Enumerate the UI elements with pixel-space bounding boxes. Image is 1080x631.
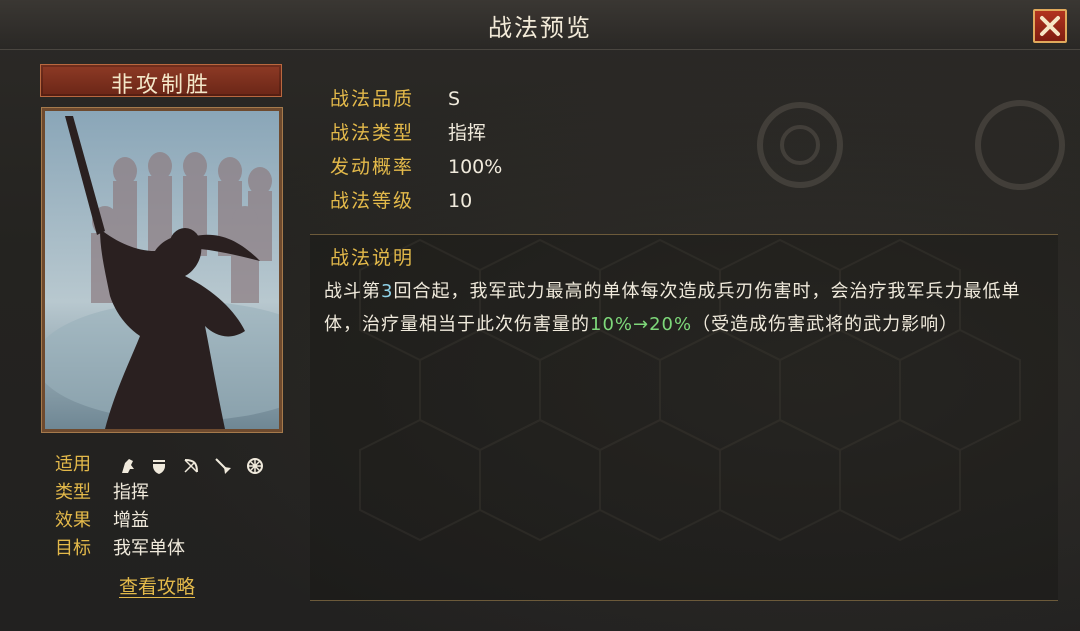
title-bar: 战法预览 bbox=[0, 0, 1080, 50]
target-value: 我军单体 bbox=[113, 538, 185, 559]
applicable-label: 适用 bbox=[55, 454, 91, 475]
skill-name-plate: 非攻制胜 bbox=[40, 64, 282, 98]
stat-label: 战法类型 bbox=[330, 122, 415, 144]
stat-row-level: 战法等级 10 bbox=[330, 186, 472, 216]
stat-value: 100% bbox=[448, 156, 503, 178]
target-row: 目标 我军单体 bbox=[55, 534, 185, 560]
spear-icon bbox=[215, 457, 231, 474]
target-label: 目标 bbox=[55, 538, 91, 559]
shield-icon bbox=[153, 459, 166, 474]
skill-preview-window: 战法预览 非攻制胜 适用 类型 指挥 效果 增益 目标 我军单体 查看攻略 战法… bbox=[0, 0, 1080, 631]
type-label: 类型 bbox=[55, 482, 91, 503]
round-number-highlight: 3 bbox=[381, 281, 394, 302]
troop-type-icons bbox=[119, 455, 272, 476]
type-row: 类型 指挥 bbox=[55, 478, 149, 504]
description-part: （受造成伤害武将的武力影响） bbox=[692, 314, 959, 335]
description-text: 战斗第3回合起，我军武力最高的单体每次造成兵刃伤害时，会治疗我军兵力最低单体，治… bbox=[324, 275, 1046, 341]
skill-description-panel: 战法说明 战斗第3回合起，我军武力最高的单体每次造成兵刃伤害时，会治疗我军兵力最… bbox=[310, 234, 1058, 601]
skill-card-artwork bbox=[41, 107, 283, 433]
cavalry-icon bbox=[121, 458, 134, 473]
description-part: 战斗第 bbox=[324, 281, 381, 302]
warrior-silhouette-illustration bbox=[45, 111, 279, 429]
stat-value: 10 bbox=[448, 190, 473, 212]
stat-row-type: 战法类型 指挥 bbox=[330, 118, 486, 148]
close-button[interactable] bbox=[1033, 9, 1067, 43]
stat-label: 战法等级 bbox=[330, 190, 415, 212]
effect-label: 效果 bbox=[55, 510, 91, 531]
wheel-icon bbox=[246, 457, 263, 474]
effect-value: 增益 bbox=[113, 510, 149, 531]
stat-row-quality: 战法品质 S bbox=[330, 84, 460, 114]
window-title: 战法预览 bbox=[488, 14, 592, 42]
type-value: 指挥 bbox=[113, 482, 149, 503]
applicable-troops-row: 适用 bbox=[55, 450, 272, 476]
heal-range-highlight: 10%→20% bbox=[590, 314, 693, 335]
stat-label: 发动概率 bbox=[330, 156, 415, 178]
faded-emblem-decoration bbox=[757, 100, 1065, 190]
stat-row-trigger-rate: 发动概率 100% bbox=[330, 152, 502, 182]
close-icon bbox=[1040, 16, 1060, 36]
effect-row: 效果 增益 bbox=[55, 506, 149, 532]
description-title: 战法说明 bbox=[330, 247, 415, 269]
stat-value: S bbox=[448, 88, 461, 110]
view-guide-link[interactable]: 查看攻略 bbox=[119, 572, 195, 599]
skill-name: 非攻制胜 bbox=[110, 73, 211, 98]
stat-label: 战法品质 bbox=[330, 88, 415, 110]
bow-icon bbox=[184, 458, 199, 473]
stat-value: 指挥 bbox=[448, 122, 487, 144]
